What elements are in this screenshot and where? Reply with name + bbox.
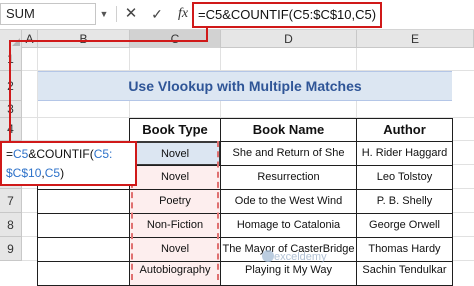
row-header-1[interactable]: 1 [0, 48, 22, 71]
name-box[interactable]: SUM [0, 3, 96, 25]
table-cell-empty[interactable] [37, 237, 130, 262]
callout-text: = [6, 147, 14, 161]
column-header-a[interactable]: A [22, 30, 38, 48]
row-header-8[interactable]: 8 [0, 213, 22, 237]
callout-ref: $C$10 [6, 166, 42, 180]
column-header-e[interactable]: E [357, 30, 474, 48]
insert-function-icon[interactable]: fx [174, 4, 192, 24]
table-cell[interactable]: P. B. Shelly [356, 189, 453, 214]
column-header-d[interactable]: D [221, 30, 357, 48]
table-cell[interactable]: Ode to the West Wind [220, 189, 357, 214]
watermark-logo [262, 250, 274, 262]
annotation-connector [9, 40, 208, 42]
annotation-connector [9, 40, 11, 141]
row-header-3[interactable]: 3 [0, 101, 22, 118]
table-cell-empty[interactable] [37, 189, 130, 214]
cancel-icon[interactable]: ✕ [124, 5, 138, 23]
table-cell-empty[interactable] [37, 261, 130, 286]
table-header-book-type[interactable]: Book Type [129, 118, 221, 142]
row-header-4[interactable]: 4 [0, 118, 22, 141]
chevron-down-icon[interactable]: ▼ [97, 6, 111, 22]
table-header-author[interactable]: Author [356, 118, 453, 142]
table-cell[interactable]: Thomas Hardy [356, 237, 453, 262]
range-highlight [131, 141, 219, 280]
table-cell[interactable]: H. Rider Haggard [356, 141, 453, 166]
table-header-book-name[interactable]: Book Name [220, 118, 357, 142]
callout-ref: C5 [13, 147, 29, 161]
table-cell-empty[interactable] [37, 213, 130, 238]
formula-input[interactable]: =C5&COUNTIF(C5:$C$10,C5) [192, 2, 382, 28]
table-cell[interactable]: George Orwell [356, 213, 453, 238]
row-header-2[interactable]: 2 [0, 71, 22, 101]
table-cell[interactable]: Leo Tolstoy [356, 165, 453, 190]
callout-ref: C5 [44, 166, 61, 180]
formula-bar-separator [116, 6, 117, 22]
callout-line-2: $C$10,C5) [6, 164, 135, 183]
row-header-7[interactable]: 7 [0, 189, 22, 213]
table-cell[interactable]: Resurrection [220, 165, 357, 190]
callout-line-1: =C5&COUNTIF(C5: [6, 145, 135, 164]
callout-text: &COUNTIF( [28, 147, 94, 161]
enter-icon[interactable]: ✓ [150, 5, 164, 23]
formula-callout: =C5&COUNTIF(C5: $C$10,C5) [0, 141, 137, 186]
sheet-title: Use Vlookup with Multiple Matches [38, 71, 452, 101]
row-header-9[interactable]: 9 [0, 237, 22, 261]
column-header-b[interactable]: B [38, 30, 130, 48]
watermark: exceldemy [274, 251, 327, 263]
table-cell[interactable]: Sachin Tendulkar [356, 261, 453, 286]
callout-ref: C5: [93, 147, 113, 161]
table-cell[interactable]: Homage to Catalonia [220, 213, 357, 238]
table-cell[interactable]: She and Return of She [220, 141, 357, 166]
callout-text: ) [60, 166, 65, 180]
